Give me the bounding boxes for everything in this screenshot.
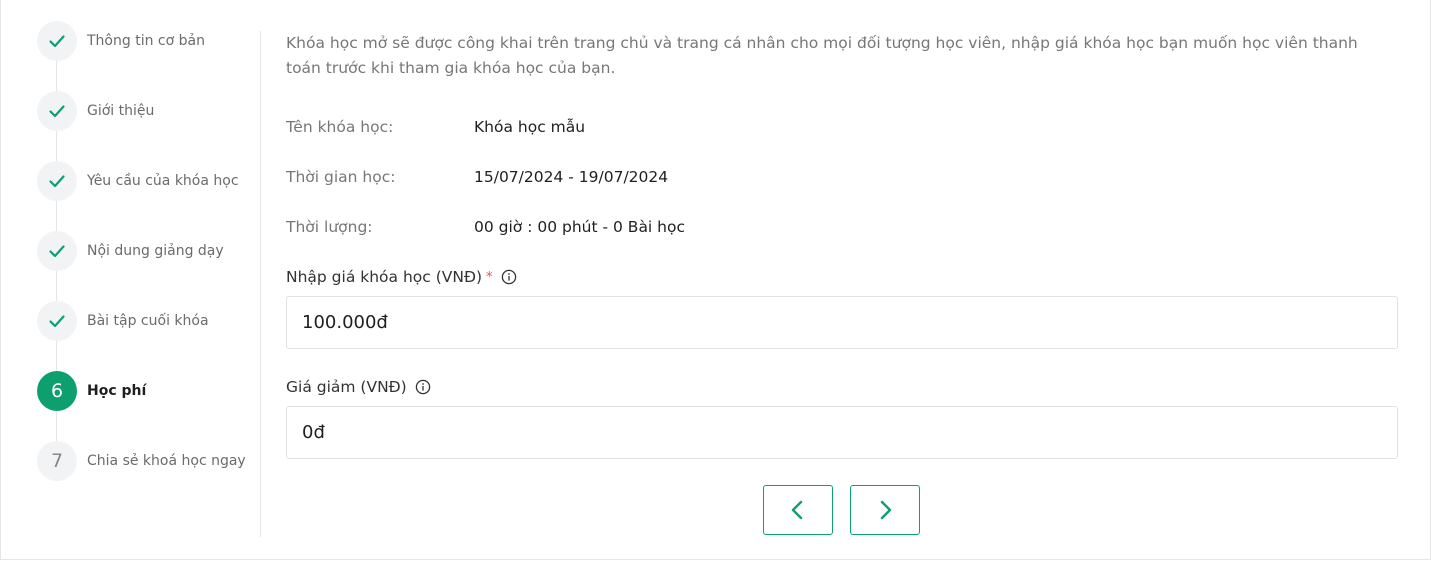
step-done-badge bbox=[37, 301, 77, 341]
step-connector bbox=[56, 201, 57, 231]
check-icon bbox=[49, 245, 65, 258]
discount-label-text: Giá giảm (VNĐ) bbox=[286, 378, 407, 396]
step-done-badge bbox=[37, 91, 77, 131]
chevron-left-icon bbox=[791, 500, 803, 520]
duration-label: Thời lượng: bbox=[286, 218, 373, 236]
discount-input[interactable]: 0đ bbox=[286, 406, 1398, 459]
step-label: Chia sẻ khoá học ngay bbox=[87, 453, 246, 469]
price-input[interactable]: 100.000đ bbox=[286, 296, 1398, 349]
check-icon bbox=[49, 315, 65, 328]
schedule-label: Thời gian học: bbox=[286, 168, 396, 186]
check-icon bbox=[49, 35, 65, 48]
step-tuition[interactable]: 6 Học phí bbox=[37, 371, 146, 411]
duration-value: 00 giờ : 00 phút - 0 Bài học bbox=[474, 218, 685, 236]
step-label: Học phí bbox=[87, 383, 147, 399]
step-label: Thông tin cơ bản bbox=[87, 33, 205, 49]
previous-step-button[interactable] bbox=[763, 485, 833, 535]
step-number-badge: 6 bbox=[37, 371, 77, 411]
step-connector bbox=[56, 271, 57, 301]
check-icon bbox=[49, 105, 65, 118]
course-name-value: Khóa học mẫu bbox=[474, 118, 586, 136]
price-label-text: Nhập giá khóa học (VNĐ) bbox=[286, 268, 483, 286]
discount-field-label: Giá giảm (VNĐ) bbox=[286, 378, 431, 396]
step-label: Yêu cầu của khóa học bbox=[87, 173, 239, 189]
chevron-right-icon bbox=[880, 500, 892, 520]
schedule-value: 15/07/2024 - 19/07/2024 bbox=[474, 168, 669, 186]
step-content[interactable]: Nội dung giảng dạy bbox=[37, 231, 224, 271]
step-share[interactable]: 7 Chia sẻ khoá học ngay bbox=[37, 441, 246, 481]
step-done-badge bbox=[37, 231, 77, 271]
step-label: Bài tập cuối khóa bbox=[87, 313, 209, 329]
info-circle-icon[interactable] bbox=[415, 379, 431, 395]
step-done-badge bbox=[37, 21, 77, 61]
step-label: Nội dung giảng dạy bbox=[87, 243, 224, 259]
step-done-badge bbox=[37, 161, 77, 201]
step-basic-info[interactable]: Thông tin cơ bản bbox=[37, 21, 205, 61]
step-number-badge: 7 bbox=[37, 441, 77, 481]
step-introduction[interactable]: Giới thiệu bbox=[37, 91, 154, 131]
vertical-divider bbox=[260, 31, 261, 537]
next-step-button[interactable] bbox=[850, 485, 920, 535]
step-label: Giới thiệu bbox=[87, 103, 155, 119]
info-circle-icon[interactable] bbox=[501, 269, 517, 285]
step-connector bbox=[56, 411, 57, 441]
tuition-description: Khóa học mở sẽ được công khai trên trang… bbox=[286, 34, 1358, 77]
step-requirements[interactable]: Yêu cầu của khóa học bbox=[37, 161, 239, 201]
course-name-label: Tên khóa học: bbox=[286, 118, 394, 136]
check-icon bbox=[49, 175, 65, 188]
step-final-exercise[interactable]: Bài tập cuối khóa bbox=[37, 301, 209, 341]
required-mark: * bbox=[486, 269, 493, 285]
step-connector bbox=[56, 131, 57, 161]
step-connector bbox=[56, 61, 57, 91]
price-field-label: Nhập giá khóa học (VNĐ) * bbox=[286, 268, 517, 286]
step-connector bbox=[56, 341, 57, 371]
